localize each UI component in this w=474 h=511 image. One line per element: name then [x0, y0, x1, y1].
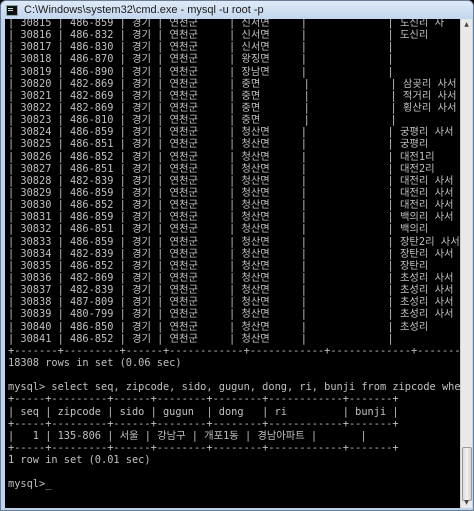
- cmd-icon: [6, 4, 18, 16]
- console-line: | 30838 | 487-809 | 경기 | 연천군 | 청산면 | | 초…: [8, 296, 454, 309]
- console-line: | 30840 | 486-850 | 경기 | 연천군 | 청산면 | | 초…: [8, 320, 429, 333]
- console-line: | 30833 | 486-859 | 경기 | 연천군 | 청산면 | | 장…: [8, 235, 460, 248]
- console-line: | 30835 | 486-852 | 경기 | 연천군 | 청산면 | | 장…: [8, 259, 429, 272]
- console-line: | 30821 | 482-869 | 경기 | 연천군 | 중면 | | 적거…: [8, 89, 457, 102]
- console-line: | 30825 | 486-851 | 경기 | 연천군 | 청산면 | | 궁…: [8, 138, 429, 151]
- title-bar[interactable]: C:\Windows\system32\cmd.exe - mysql -u r…: [1, 1, 473, 19]
- vertical-scrollbar[interactable]: ▲ ▼: [460, 19, 472, 508]
- console-line: | 30817 | 486-830 | 경기 | 연천군 | 신서면 | |: [8, 41, 394, 54]
- console-line: | 30816 | 486-832 | 경기 | 연천군 | 신서면 | | 도…: [8, 29, 429, 42]
- scrollbar-thumb[interactable]: [462, 447, 472, 501]
- console-line: | 30832 | 486-851 | 경기 | 연천군 | 청산면 | | 백…: [8, 223, 429, 236]
- cmd-window: C:\Windows\system32\cmd.exe - mysql -u r…: [0, 0, 474, 511]
- console-line: | 30830 | 486-852 | 경기 | 연천군 | 청산면 | | 대…: [8, 199, 454, 212]
- console-line: | 30829 | 486-859 | 경기 | 연천군 | 청산면 | | 대…: [8, 186, 454, 199]
- console-line: | 30823 | 486-810 | 경기 | 연천군 | 중면 | |: [8, 114, 397, 127]
- console-line: | 30834 | 482-839 | 경기 | 연천군 | 청산면 | | 장…: [8, 247, 454, 260]
- console-line: mysql> select seq, zipcode, sido, gugun,…: [8, 381, 460, 394]
- console-lines: | 30815 | 486-859 | 경기 | 연천군 | 신서면 | | 도…: [8, 19, 460, 490]
- console-line: | 30815 | 486-859 | 경기 | 연천군 | 신서면 | | 도…: [8, 19, 445, 29]
- console-line: mysql>_: [8, 478, 52, 491]
- console-line: | seq | zipcode | sido | gugun | dong | …: [8, 405, 399, 418]
- console-line: | 1 | 135-806 | 서울 | 강남구 | 개포1동 | 경남아파트 …: [8, 429, 367, 442]
- console-line: | 30828 | 482-839 | 경기 | 연천군 | 청산면 | | 대…: [8, 174, 454, 187]
- console-line: +-----+---------+------+--------+-------…: [8, 441, 399, 454]
- console-line: | 30841 | 486-852 | 경기 | 연천군 | 청산면 | |: [8, 332, 394, 345]
- console-line: | 30818 | 486-870 | 경기 | 연천군 | 왕징면 | |: [8, 53, 394, 66]
- console-line: 18308 rows in set (0.06 sec): [8, 356, 182, 369]
- console-output[interactable]: | 30815 | 486-859 | 경기 | 연천군 | 신서면 | | 도…: [5, 19, 460, 508]
- console-line: +-----+---------+------+--------+-------…: [8, 393, 399, 406]
- console-line: | 30836 | 482-869 | 경기 | 연천군 | 청산면 | | 초…: [8, 271, 454, 284]
- scroll-down-arrow-icon[interactable]: ▼: [461, 497, 472, 508]
- console-line: | 30824 | 486-859 | 경기 | 연천군 | 청산면 | | 궁…: [8, 126, 454, 139]
- console-line: | 30826 | 486-852 | 경기 | 연천군 | 청산면 | | 대…: [8, 150, 435, 163]
- console-line: +-----+---------+------+--------+-------…: [8, 417, 399, 430]
- console-line: 1 row in set (0.01 sec): [8, 454, 151, 467]
- console-line: | 30827 | 486-851 | 경기 | 연천군 | 청산면 | | 대…: [8, 162, 435, 175]
- window-title: C:\Windows\system32\cmd.exe - mysql -u r…: [24, 4, 264, 16]
- console-line: | 30839 | 480-799 | 경기 | 연천군 | 청산면 | | 초…: [8, 308, 454, 321]
- console-line: +-------+---------+------+------------+-…: [8, 344, 460, 357]
- console-line: | 30822 | 482-869 | 경기 | 연천군 | 중면 | | 횡산…: [8, 101, 457, 114]
- console-line: | 30837 | 482-839 | 경기 | 연천군 | 청산면 | | 초…: [8, 284, 454, 297]
- console-line: | 30819 | 486-890 | 경기 | 연천군 | 장남면 | |: [8, 65, 394, 78]
- console-line: | 30820 | 482-869 | 경기 | 연천군 | 중면 | | 삼곶…: [8, 77, 457, 90]
- scroll-up-arrow-icon[interactable]: ▲: [461, 19, 472, 30]
- console-line: | 30831 | 486-859 | 경기 | 연천군 | 청산면 | | 백…: [8, 211, 454, 224]
